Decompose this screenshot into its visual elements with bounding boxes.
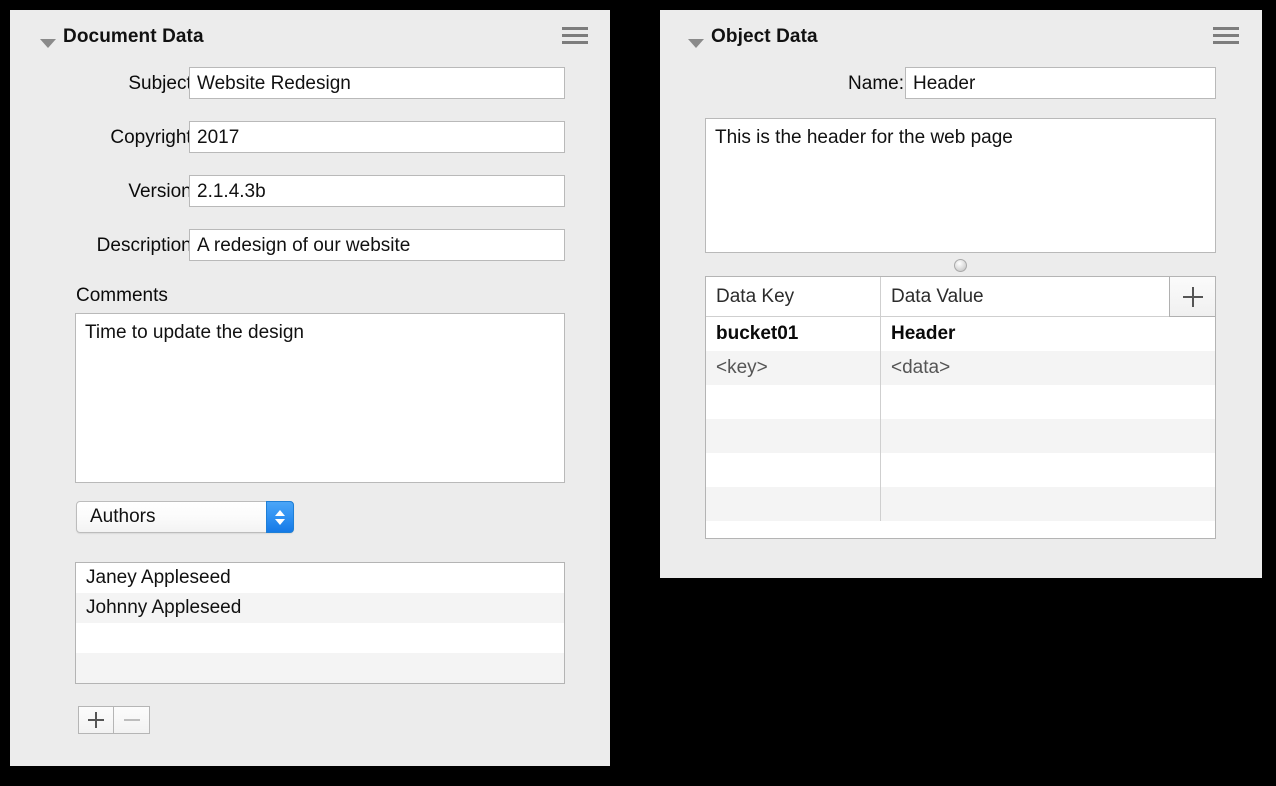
description-label: Description: [96, 235, 197, 256]
table-cell-value[interactable]: <data> [881, 351, 1215, 385]
column-header-data-key[interactable]: Data Key [706, 277, 881, 316]
table-row[interactable] [706, 487, 1215, 521]
object-name-input[interactable]: Header [905, 67, 1216, 99]
list-item[interactable]: Johnny Appleseed [76, 593, 564, 623]
subject-label: Subject: [128, 73, 197, 94]
authors-add-remove-group [78, 706, 150, 734]
table-cell-key[interactable]: bucket01 [706, 317, 881, 351]
plus-icon [88, 712, 104, 728]
table-cell-value[interactable] [881, 385, 1215, 419]
table-cell-value[interactable] [881, 419, 1215, 453]
table-row[interactable] [706, 385, 1215, 419]
column-header-data-value[interactable]: Data Value [881, 277, 1215, 316]
table-cell-value[interactable]: Header [881, 317, 1215, 351]
comments-textarea[interactable]: Time to update the design [75, 313, 565, 483]
disclosure-triangle-icon[interactable] [40, 39, 56, 48]
comments-label: Comments [76, 285, 168, 306]
chevron-updown-icon[interactable] [266, 501, 294, 533]
copyright-input[interactable]: 2017 [189, 121, 565, 153]
authors-list[interactable]: Janey Appleseed Johnny Appleseed [75, 562, 565, 684]
authors-category-popup[interactable]: Authors [76, 501, 294, 533]
table-header-row: Data Key Data Value [706, 277, 1215, 317]
document-data-panel: Document Data Subject: Website Redesign … [10, 10, 610, 766]
minus-icon [123, 712, 140, 728]
version-input[interactable]: 2.1.4.3b [189, 175, 565, 207]
object-data-panel: Object Data Name: Header This is the hea… [660, 10, 1262, 578]
add-author-button[interactable] [78, 706, 114, 734]
remove-author-button[interactable] [114, 706, 150, 734]
table-cell-key[interactable]: <key> [706, 351, 881, 385]
copyright-label: Copyright: [110, 127, 197, 148]
table-row[interactable]: <key> <data> [706, 351, 1215, 385]
object-notes-textarea[interactable]: This is the header for the web page [705, 118, 1216, 253]
hamburger-menu-icon[interactable] [562, 27, 588, 45]
table-cell-key[interactable] [706, 453, 881, 487]
disclosure-triangle-icon[interactable] [688, 39, 704, 48]
document-data-title: Document Data [63, 26, 204, 47]
hamburger-menu-icon[interactable] [1213, 27, 1239, 45]
screen-root: Document Data Subject: Website Redesign … [0, 0, 1276, 786]
authors-category-popup-label: Authors [90, 506, 156, 527]
table-cell-key[interactable] [706, 487, 881, 521]
table-cell-value[interactable] [881, 487, 1215, 521]
table-row[interactable]: bucket01 Header [706, 317, 1215, 351]
list-item[interactable]: Janey Appleseed [76, 563, 564, 593]
object-name-label: Name: [848, 73, 904, 94]
object-data-panel-header: Object Data [660, 10, 1262, 58]
document-data-panel-header: Document Data [10, 10, 610, 58]
table-cell-key[interactable] [706, 385, 881, 419]
list-item[interactable] [76, 623, 564, 653]
table-cell-value[interactable] [881, 453, 1215, 487]
plus-icon [1182, 286, 1203, 307]
list-item[interactable] [76, 653, 564, 683]
table-row[interactable] [706, 453, 1215, 487]
version-label: Version: [128, 181, 197, 202]
object-data-title: Object Data [711, 26, 818, 47]
table-cell-key[interactable] [706, 419, 881, 453]
splitter-handle[interactable] [954, 259, 967, 272]
subject-input[interactable]: Website Redesign [189, 67, 565, 99]
add-data-row-button[interactable] [1169, 277, 1215, 317]
table-row[interactable] [706, 419, 1215, 453]
description-input[interactable]: A redesign of our website [189, 229, 565, 261]
object-data-table[interactable]: Data Key Data Value bucket01 Header <key… [705, 276, 1216, 539]
